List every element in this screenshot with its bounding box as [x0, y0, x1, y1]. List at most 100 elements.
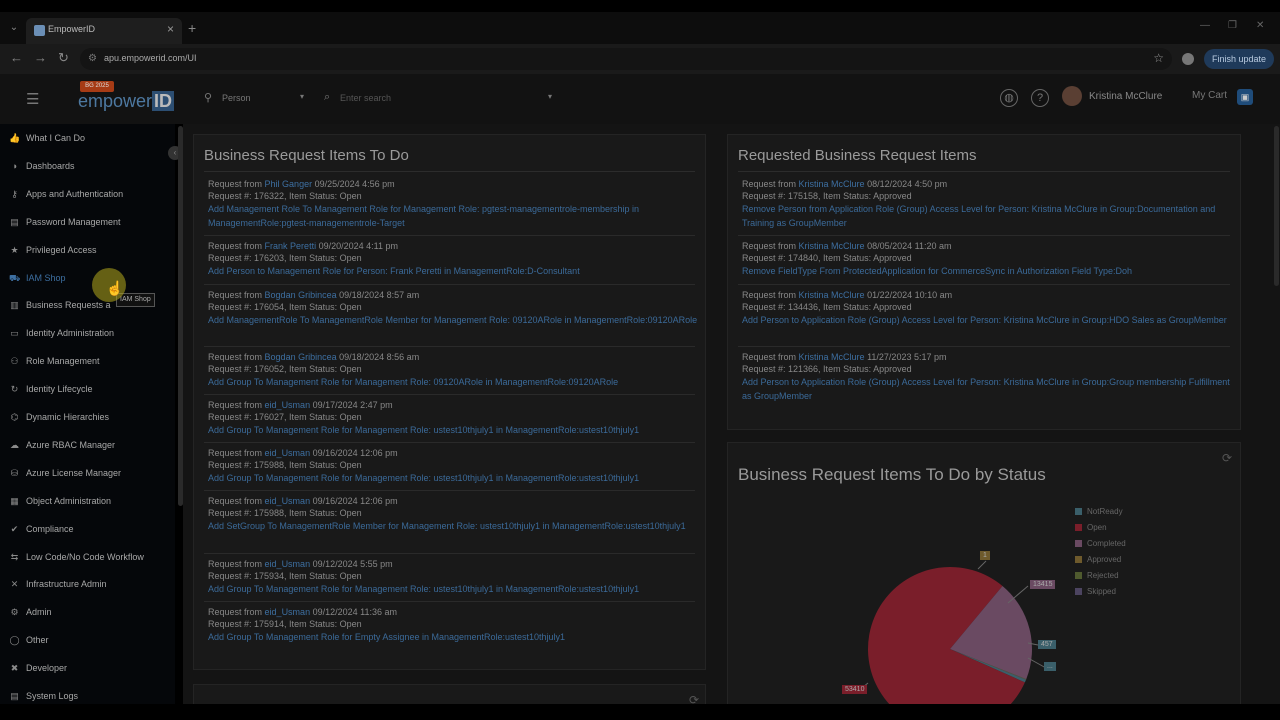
sidebar-item[interactable]: 👍 What I Can Do — [0, 129, 175, 149]
logo-text: empower ID — [78, 91, 175, 112]
browser-toolbar: ← → ↻ ⚙ apu.empowerid.com/UI ☆ Finish up… — [0, 44, 1280, 74]
request-meta: Request #: 134436, Item Status: Approved — [742, 302, 912, 312]
sidebar-item[interactable]: ▦ Object Administration — [0, 492, 175, 512]
request-item-link[interactable]: Add Person to Management Role for Person… — [208, 264, 698, 278]
request-meta: Request #: 175988, Item Status: Open — [208, 508, 362, 518]
requested-panel: Requested Business Request Items Request… — [727, 134, 1241, 430]
minimize-icon[interactable]: — — [1200, 20, 1210, 31]
request-from-label: Request from — [742, 241, 797, 251]
sidebar-item[interactable]: ★ Privileged Access — [0, 241, 175, 261]
list-divider — [738, 284, 1230, 285]
request-meta: Request #: 176027, Item Status: Open — [208, 412, 362, 422]
request-item-link[interactable]: Add Group To Management Role for Managem… — [208, 375, 698, 389]
search-type-label: Person — [222, 93, 251, 103]
requester-link[interactable]: eid_Usman — [265, 496, 311, 506]
request-meta: Request #: 175914, Item Status: Open — [208, 619, 362, 629]
search-input[interactable] — [340, 90, 540, 106]
roles-icon: ⚇ — [10, 356, 19, 367]
search-type-select[interactable]: ⚲ Person ▾ — [198, 88, 310, 108]
request-from-line: Request from Bogdan Gribincea 09/18/2024… — [208, 351, 698, 363]
sidebar-item[interactable]: ↻ Identity Lifecycle — [0, 380, 175, 400]
sidebar-item[interactable]: ⛟ IAM Shop — [0, 269, 175, 289]
back-icon[interactable]: ← — [10, 50, 23, 65]
sidebar-item[interactable]: ▤ Password Management — [0, 213, 175, 233]
avatar[interactable] — [1062, 86, 1082, 106]
sidebar-item[interactable]: ✔ Compliance — [0, 520, 175, 540]
help-icon[interactable]: ? — [1031, 89, 1049, 107]
requester-link[interactable]: eid_Usman — [265, 607, 311, 617]
sidebar-item-label: Infrastructure Admin — [26, 579, 107, 590]
bookmark-star-icon[interactable]: ☆ — [1153, 51, 1164, 65]
request-item-link[interactable]: Add Group To Management Role for Managem… — [208, 423, 698, 437]
sidebar-item[interactable]: ✖ Developer — [0, 659, 175, 679]
finish-update-button[interactable]: Finish update — [1204, 49, 1275, 69]
logo-text-pre: empower — [78, 91, 153, 111]
sidebar-item[interactable]: ☁ Azure RBAC Manager — [0, 436, 175, 456]
request-item-link[interactable]: Add Person to Application Role (Group) A… — [742, 375, 1232, 403]
user-name[interactable]: Kristina McClure — [1089, 91, 1162, 102]
requester-link[interactable]: Kristina McClure — [799, 352, 865, 362]
request-item-link[interactable]: Add ManagementRole To ManagementRole Mem… — [208, 313, 698, 327]
new-tab-icon[interactable]: + — [188, 20, 196, 36]
reload-icon[interactable]: ↻ — [58, 50, 69, 66]
sidebar-item[interactable]: ⌬ Dynamic Hierarchies — [0, 408, 175, 428]
address-bar[interactable]: ⚙ apu.empowerid.com/UI ☆ — [80, 48, 1172, 70]
request-from-label: Request from — [742, 352, 797, 362]
request-item-link[interactable]: Remove Person from Application Role (Gro… — [742, 202, 1232, 230]
request-from-line: Request from eid_Usman 09/17/2024 2:47 p… — [208, 399, 698, 411]
main-scrollbar[interactable] — [1274, 126, 1279, 286]
person-icon: ⚲ — [204, 92, 213, 104]
status-pie-chart — [857, 560, 1047, 720]
close-tab-icon[interactable]: × — [167, 22, 174, 36]
menu-icon[interactable]: ☰ — [26, 90, 39, 108]
sidebar-item[interactable]: ⚇ Role Management — [0, 352, 175, 372]
close-window-icon[interactable]: ✕ — [1256, 20, 1264, 31]
request-from-label: Request from — [742, 179, 797, 189]
app-header: ☰ BG 2025 empowerID ⚲ Person ▾ ⌕ ▾ ◍ ? K… — [0, 74, 1280, 124]
maximize-icon[interactable]: ❐ — [1228, 20, 1237, 31]
sidebar-item-label: Other — [26, 635, 49, 646]
sidebar-item[interactable]: ◑ Dashboards — [0, 157, 175, 177]
profile-icon[interactable] — [1182, 53, 1194, 65]
requester-link[interactable]: Kristina McClure — [799, 179, 865, 189]
sidebar-item[interactable]: ⚙ Admin — [0, 603, 175, 623]
requester-link[interactable]: Bogdan Gribincea — [265, 290, 337, 300]
sidebar-item[interactable]: ⛁ Azure License Manager — [0, 464, 175, 484]
my-cart-link[interactable]: My Cart — [1192, 90, 1227, 101]
sidebar-item[interactable]: ⇆ Low Code/No Code Workflow — [0, 548, 175, 568]
cart-icon[interactable]: ▣ — [1237, 89, 1253, 105]
requester-link[interactable]: eid_Usman — [265, 559, 311, 569]
request-date: 09/12/2024 11:36 am — [312, 607, 397, 617]
request-item-link[interactable]: Add Management Role To Management Role f… — [208, 202, 698, 230]
request-item-link[interactable]: Add Group To Management Role for Empty A… — [208, 630, 698, 644]
request-from-line: Request from Kristina McClure 11/27/2023… — [742, 351, 1232, 363]
requester-link[interactable]: eid_Usman — [265, 448, 311, 458]
requester-link[interactable]: eid_Usman — [265, 400, 311, 410]
request-item-link[interactable]: Add Group To Management Role for Managem… — [208, 582, 698, 596]
requester-link[interactable]: Kristina McClure — [799, 241, 865, 251]
globe-icon[interactable]: ◍ — [1000, 89, 1018, 107]
browser-tab[interactable]: EmpowerID × — [26, 18, 182, 44]
sidebar-item[interactable]: ⚷ Apps and Authentication — [0, 185, 175, 205]
sidebar-item[interactable]: ✕ Infrastructure Admin — [0, 575, 175, 595]
search-icon: ⌕ — [324, 91, 331, 103]
sidebar: 👍 What I Can Do ◑ Dashboards ⚷ Apps and Authe… — [0, 124, 175, 720]
search-box[interactable]: ⌕ ▾ — [318, 88, 558, 108]
sidebar-item[interactable]: ◯ Other — [0, 631, 175, 651]
requester-link[interactable]: Kristina McClure — [799, 290, 865, 300]
request-from-line: Request from Phil Ganger 09/25/2024 4:56… — [208, 178, 698, 190]
sidebar-item[interactable]: ▭ Identity Administration — [0, 324, 175, 344]
request-item-link[interactable]: Add Person to Application Role (Group) A… — [742, 313, 1232, 327]
requester-link[interactable]: Bogdan Gribincea — [265, 352, 337, 362]
request-item-link[interactable]: Add SetGroup To ManagementRole Member fo… — [208, 519, 698, 533]
list-item: Request from eid_Usman 09/16/2024 12:06 … — [208, 495, 698, 533]
request-item-link[interactable]: Add Group To Management Role for Managem… — [208, 471, 698, 485]
tab-list-icon[interactable]: ⌄ — [6, 20, 22, 36]
requester-link[interactable]: Frank Peretti — [265, 241, 317, 251]
request-item-link[interactable]: Remove FieldType From ProtectedApplicati… — [742, 264, 1232, 278]
forward-icon[interactable]: → — [34, 50, 47, 65]
request-meta: Request #: 176322, Item Status: Open — [208, 191, 362, 201]
requester-link[interactable]: Phil Ganger — [265, 179, 313, 189]
sidebar-item-label: Identity Administration — [26, 328, 115, 339]
site-info-icon[interactable]: ⚙ — [88, 53, 97, 64]
